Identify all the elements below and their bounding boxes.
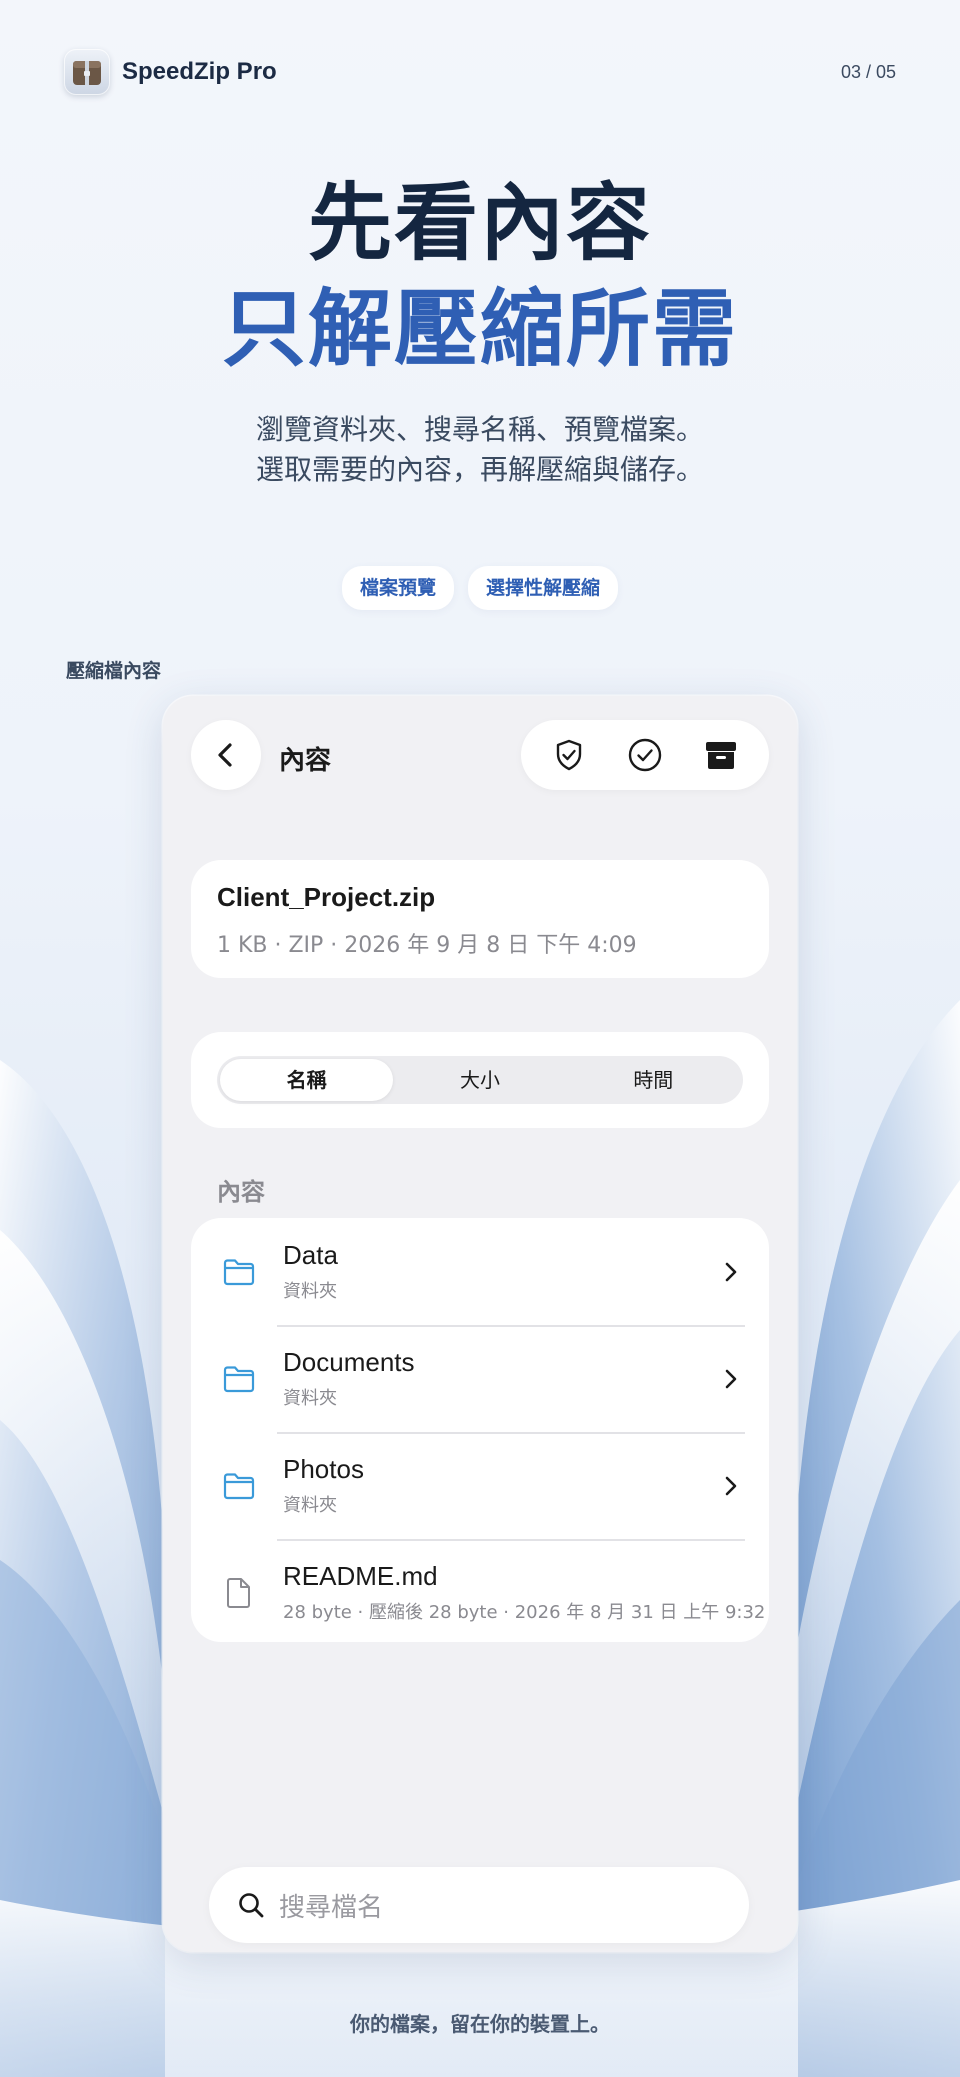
item-detail: 資料夾 [283,1281,337,1302]
archive-info-card: Client_Project.zip 1 KB · ZIP · 2026 年 9… [191,860,769,978]
sort-by-time[interactable]: 時間 [567,1059,740,1101]
headline-line-2: 只解壓縮所需 [221,280,738,378]
chevron-left-icon [218,743,232,767]
search-placeholder: 搜尋檔名 [279,1892,384,1923]
chevron-right-icon [711,1475,751,1497]
chevron-right-icon [711,1368,751,1390]
headline: 先看內容 只解壓縮所需 [0,170,960,382]
subtitle-line-2: 選取需要的內容，再解壓縮與儲存。 [255,453,704,486]
search-input[interactable]: 搜尋檔名 [209,1867,749,1943]
archive-file-name: Client_Project.zip [217,882,436,912]
footer-tagline: 你的檔案，留在你的裝置上。 [350,2012,610,2036]
item-detail: 資料夾 [283,1388,337,1409]
list-item[interactable]: Data 資料夾 [191,1218,769,1325]
back-button[interactable] [191,720,261,790]
app-screen: 內容 Client_Project.zip 1 KB · ZIP · 2026 … [163,696,797,1952]
item-name: README.md [283,1561,438,1591]
app-name: SpeedZip Pro [122,58,277,85]
sort-by-name[interactable]: 名稱 [220,1059,394,1101]
archive-file-meta: 1 KB · ZIP · 2026 年 9 月 8 日 下午 4:09 [217,933,637,958]
shield-check-icon [556,739,582,771]
item-name: Documents [283,1347,415,1377]
list-item[interactable]: README.md 28 byte · 壓縮後 28 byte · 2026 年… [191,1539,769,1642]
toolbar-actions [521,720,769,790]
extract-button[interactable] [693,727,749,783]
archive-contents-list: Data 資料夾 Documents 資料夾 Photos 資料夾 README… [191,1218,769,1642]
sort-segmented-control: 名稱 大小 時間 [217,1056,743,1104]
select-button[interactable] [617,727,673,783]
chevron-right-icon [711,1261,751,1283]
archive-app-icon [64,49,110,95]
folder-icon [221,1468,257,1504]
verify-button[interactable] [541,727,597,783]
search-icon [239,1893,264,1918]
item-name: Photos [283,1454,364,1484]
chip-file-preview: 檔案預覽 [341,566,454,610]
page-counter: 03 / 05 [840,61,896,82]
archive-box-icon [706,742,736,769]
check-circle-icon [628,738,662,772]
sort-card: 名稱 大小 時間 [191,1032,769,1128]
document-icon [221,1575,257,1611]
chip-selective-extract: 選擇性解壓縮 [468,566,619,610]
nav-title: 內容 [279,746,332,776]
folder-icon [221,1361,257,1397]
item-detail: 28 byte · 壓縮後 28 byte · 2026 年 8 月 31 日 … [283,1602,766,1623]
sort-by-size[interactable]: 大小 [393,1059,566,1101]
top-bar: SpeedZip Pro 03 / 05 [64,48,896,96]
list-item[interactable]: Photos 資料夾 [191,1432,769,1539]
item-name: Data [283,1240,338,1270]
folder-icon [221,1254,257,1290]
headline-line-1: 先看內容 [307,174,652,272]
item-detail: 資料夾 [283,1495,337,1516]
feature-chips: 檔案預覽 選擇性解壓縮 [0,566,960,610]
subtitle: 瀏覽資料夾、搜尋名稱、預覽檔案。 選取需要的內容，再解壓縮與儲存。 [0,410,960,490]
section-caption: 壓縮檔內容 [66,660,162,682]
list-header: 內容 [217,1178,265,1206]
list-item[interactable]: Documents 資料夾 [191,1325,769,1432]
subtitle-line-1: 瀏覽資料夾、搜尋名稱、預覽檔案。 [255,413,704,446]
